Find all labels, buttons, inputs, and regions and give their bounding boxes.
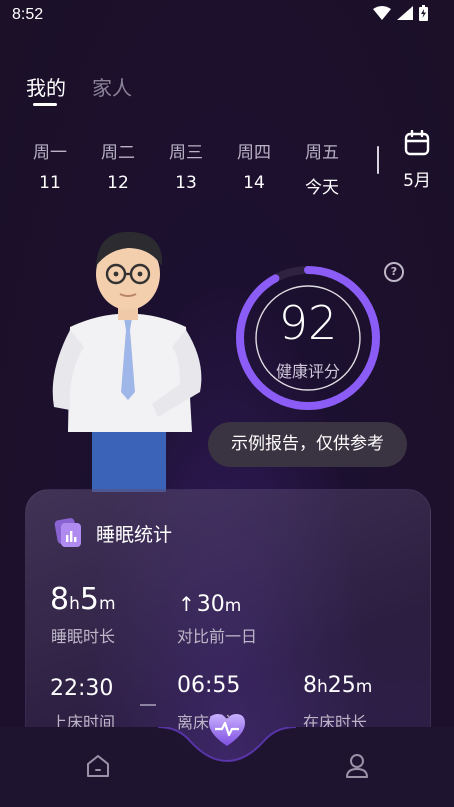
day-label: 周四 [237, 143, 271, 163]
time-range-dash [140, 704, 156, 706]
calendar-icon [404, 129, 430, 156]
health-score-label: 健康评分 [275, 362, 340, 381]
day-date: 13 [175, 173, 197, 193]
compare-number: 30 [196, 592, 225, 617]
day-label: 周三 [169, 143, 203, 163]
compare-value: ↑ 30 m [178, 592, 241, 617]
day-date: 今天 [305, 178, 339, 198]
battery-icon [419, 5, 428, 21]
day-tue[interactable]: 周二 12 [88, 138, 148, 193]
person-icon[interactable] [343, 752, 371, 780]
wake-time-value: 06:55 [177, 673, 241, 698]
tab-me[interactable]: 我的 [26, 72, 66, 101]
heart-pulse-icon[interactable] [207, 712, 247, 748]
day-label: 周五 [305, 143, 339, 163]
day-label: 周一 [33, 143, 67, 163]
sleep-duration-label: 睡眠时长 [51, 627, 116, 646]
in-bed-hours: 8 [303, 673, 317, 698]
day-wed[interactable]: 周三 13 [156, 138, 216, 193]
day-date: 14 [243, 173, 265, 193]
in-bed-hours-unit: h [317, 677, 328, 697]
duration-minutes-unit: m [98, 594, 116, 614]
avatar-illustration [52, 231, 202, 492]
duration-minutes: 5 [79, 582, 99, 617]
status-time: 8:52 [12, 6, 44, 23]
sleep-card-title: 睡眠统计 [96, 524, 173, 546]
duration-hours: 8 [50, 582, 70, 617]
health-score-value: 92 [278, 296, 338, 350]
tab-active-indicator [33, 103, 57, 106]
sample-report-badge: 示例报告，仅供参考 [208, 422, 407, 467]
in-bed-minutes-unit: m [355, 677, 373, 697]
day-date: 12 [107, 173, 129, 193]
home-icon[interactable] [84, 752, 112, 780]
up-arrow-icon: ↑ [178, 592, 195, 616]
wifi-icon [373, 6, 391, 20]
day-label: 周二 [101, 143, 135, 163]
status-icons [373, 5, 428, 21]
calendar-button[interactable]: 5月 [395, 129, 439, 191]
sleep-duration-value: 8h5m [50, 582, 116, 617]
sleep-chart-icon [54, 518, 81, 547]
signal-icon [397, 6, 413, 20]
in-bed-value: 8h25m [303, 673, 372, 698]
week-divider [377, 146, 379, 174]
in-bed-minutes: 25 [327, 673, 356, 698]
day-date: 11 [39, 173, 61, 193]
duration-hours-unit: h [69, 594, 80, 614]
compare-unit: m [224, 596, 242, 616]
help-icon[interactable]: ? [384, 262, 404, 282]
day-thu[interactable]: 周四 14 [224, 138, 284, 193]
calendar-month: 5月 [403, 171, 431, 191]
tab-family[interactable]: 家人 [92, 72, 132, 101]
day-fri[interactable]: 周五 今天 [292, 138, 352, 198]
bed-time-value: 22:30 [50, 676, 114, 701]
compare-label: 对比前一日 [177, 627, 258, 646]
day-mon[interactable]: 周一 11 [20, 138, 80, 193]
